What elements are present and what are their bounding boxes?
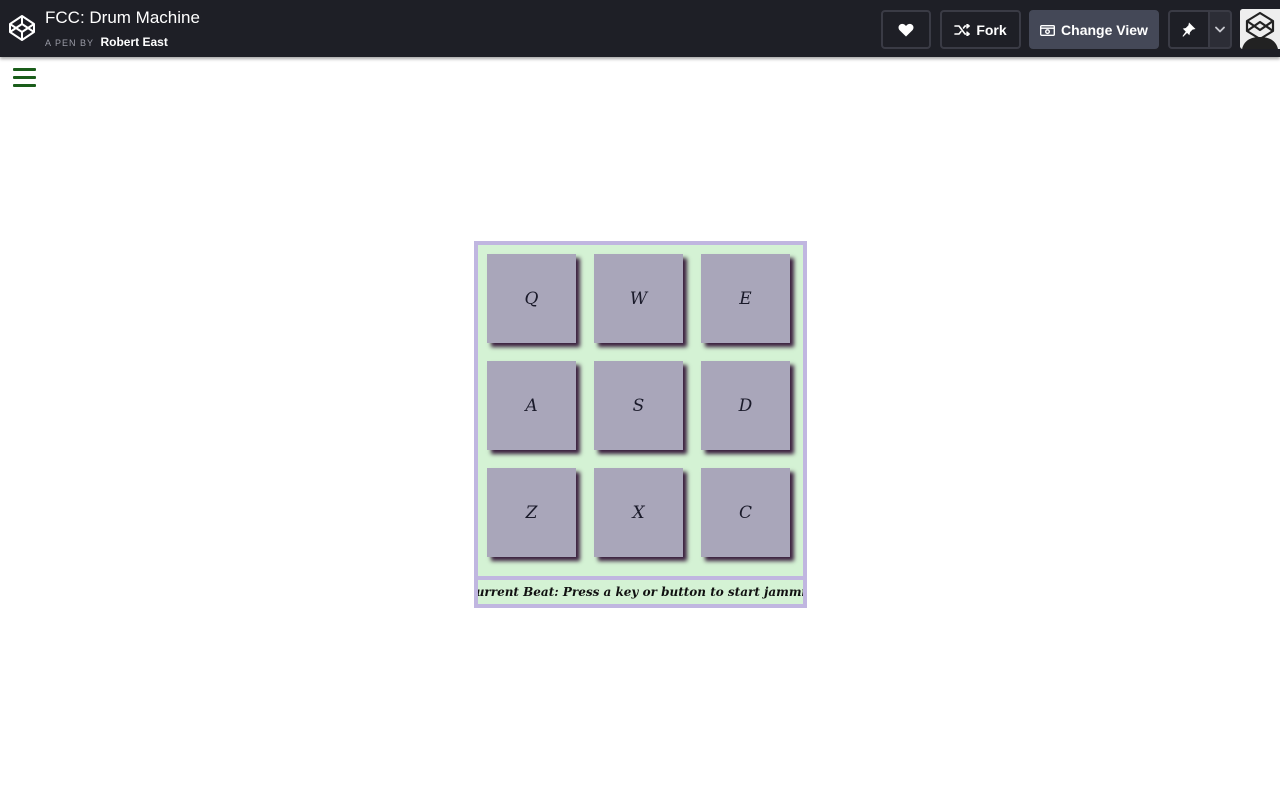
heart-icon — [898, 23, 914, 36]
fork-button[interactable]: Fork — [940, 10, 1021, 49]
drum-pad-d[interactable]: D — [701, 361, 790, 450]
drum-pad-e[interactable]: E — [701, 254, 790, 343]
drum-pad-w[interactable]: W — [594, 254, 683, 343]
pen-by-label: A PEN BY — [45, 38, 95, 48]
drum-pad-z[interactable]: Z — [487, 468, 576, 557]
pin-button[interactable] — [1168, 10, 1210, 49]
top-bar: FCC: Drum Machine A PEN BY Robert East F… — [0, 0, 1280, 57]
drum-pad-q[interactable]: Q — [487, 254, 576, 343]
hamburger-menu-icon[interactable] — [13, 68, 36, 88]
fork-button-label: Fork — [976, 21, 1007, 38]
change-view-button-label: Change View — [1061, 21, 1148, 38]
change-view-icon — [1040, 24, 1056, 36]
menu-bar-line — [13, 76, 36, 79]
drum-machine: Q W E A S D Z X C Current Beat: Press a … — [474, 241, 807, 608]
pen-byline: A PEN BY Robert East — [45, 33, 168, 51]
menu-bar-line — [13, 84, 36, 87]
change-view-button[interactable]: Change View — [1029, 10, 1159, 49]
pen-title: FCC: Drum Machine — [45, 8, 200, 27]
drum-pad-x[interactable]: X — [594, 468, 683, 557]
drum-pad-s[interactable]: S — [594, 361, 683, 450]
drum-pad-c[interactable]: C — [701, 468, 790, 557]
current-beat-display: Current Beat: Press a key or button to s… — [478, 576, 803, 604]
pen-author-link[interactable]: Robert East — [100, 35, 167, 49]
codepen-logo-icon[interactable] — [8, 14, 36, 42]
pin-dropdown-button[interactable] — [1209, 10, 1232, 49]
pin-icon — [1182, 22, 1196, 37]
heart-button[interactable] — [881, 10, 931, 49]
menu-bar-line — [13, 68, 36, 71]
avatar-image — [1240, 9, 1280, 49]
chevron-down-icon — [1215, 26, 1225, 33]
fork-icon — [954, 23, 971, 36]
user-avatar[interactable] — [1240, 9, 1280, 49]
drum-pad-a[interactable]: A — [487, 361, 576, 450]
